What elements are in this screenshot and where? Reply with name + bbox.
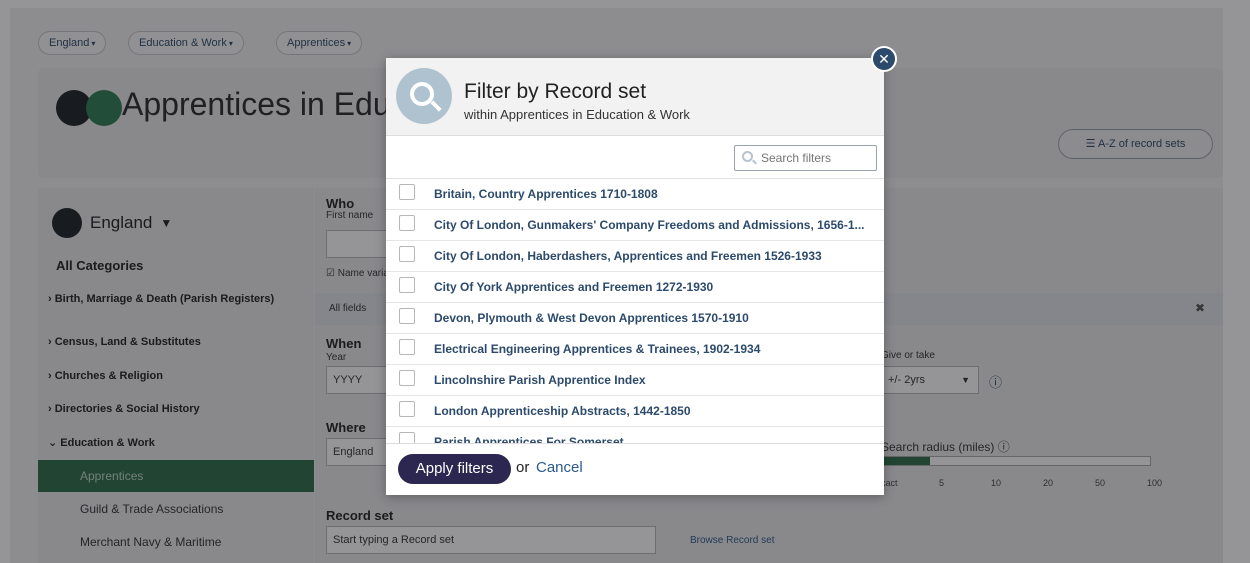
list-item[interactable]: City Of London, Gunmakers' Company Freed… (386, 210, 884, 241)
checkbox[interactable] (399, 277, 415, 293)
or-text: or (516, 459, 530, 476)
checkbox[interactable] (399, 184, 415, 200)
list-item[interactable]: Devon, Plymouth & West Devon Apprentices… (386, 303, 884, 334)
modal-subtitle: within Apprentices in Education & Work (464, 107, 690, 122)
search-icon (742, 151, 753, 162)
modal-title: Filter by Record set (464, 80, 647, 103)
magnifier-icon (396, 68, 452, 124)
modal-footer: Apply filters or Cancel (386, 443, 884, 495)
checkbox[interactable] (399, 215, 415, 231)
checkbox[interactable] (399, 432, 415, 443)
search-filters-field[interactable] (734, 145, 877, 171)
checkbox[interactable] (399, 246, 415, 262)
search-filters-input[interactable] (761, 151, 866, 165)
checkbox[interactable] (399, 401, 415, 417)
list-item[interactable]: Britain, Country Apprentices 1710-1808 (386, 179, 884, 210)
apply-filters-button[interactable]: Apply filters (398, 454, 511, 484)
filter-modal: Filter by Record set within Apprentices … (386, 58, 884, 495)
list-item[interactable]: Lincolnshire Parish Apprentice Index (386, 365, 884, 396)
checkbox[interactable] (399, 308, 415, 324)
list-item[interactable]: City Of York Apprentices and Freemen 127… (386, 272, 884, 303)
close-modal-icon[interactable]: ✕ (871, 46, 897, 72)
cancel-link[interactable]: Cancel (536, 459, 583, 476)
checkbox[interactable] (399, 339, 415, 355)
list-item[interactable]: City Of London, Haberdashers, Apprentice… (386, 241, 884, 272)
record-set-list[interactable]: Britain, Country Apprentices 1710-1808 C… (386, 178, 884, 443)
list-item[interactable]: London Apprenticeship Abstracts, 1442-18… (386, 396, 884, 427)
list-item[interactable]: Electrical Engineering Apprentices & Tra… (386, 334, 884, 365)
checkbox[interactable] (399, 370, 415, 386)
list-item[interactable]: Parish Apprentices For Somerset (386, 427, 884, 443)
modal-header: Filter by Record set within Apprentices … (386, 58, 884, 136)
